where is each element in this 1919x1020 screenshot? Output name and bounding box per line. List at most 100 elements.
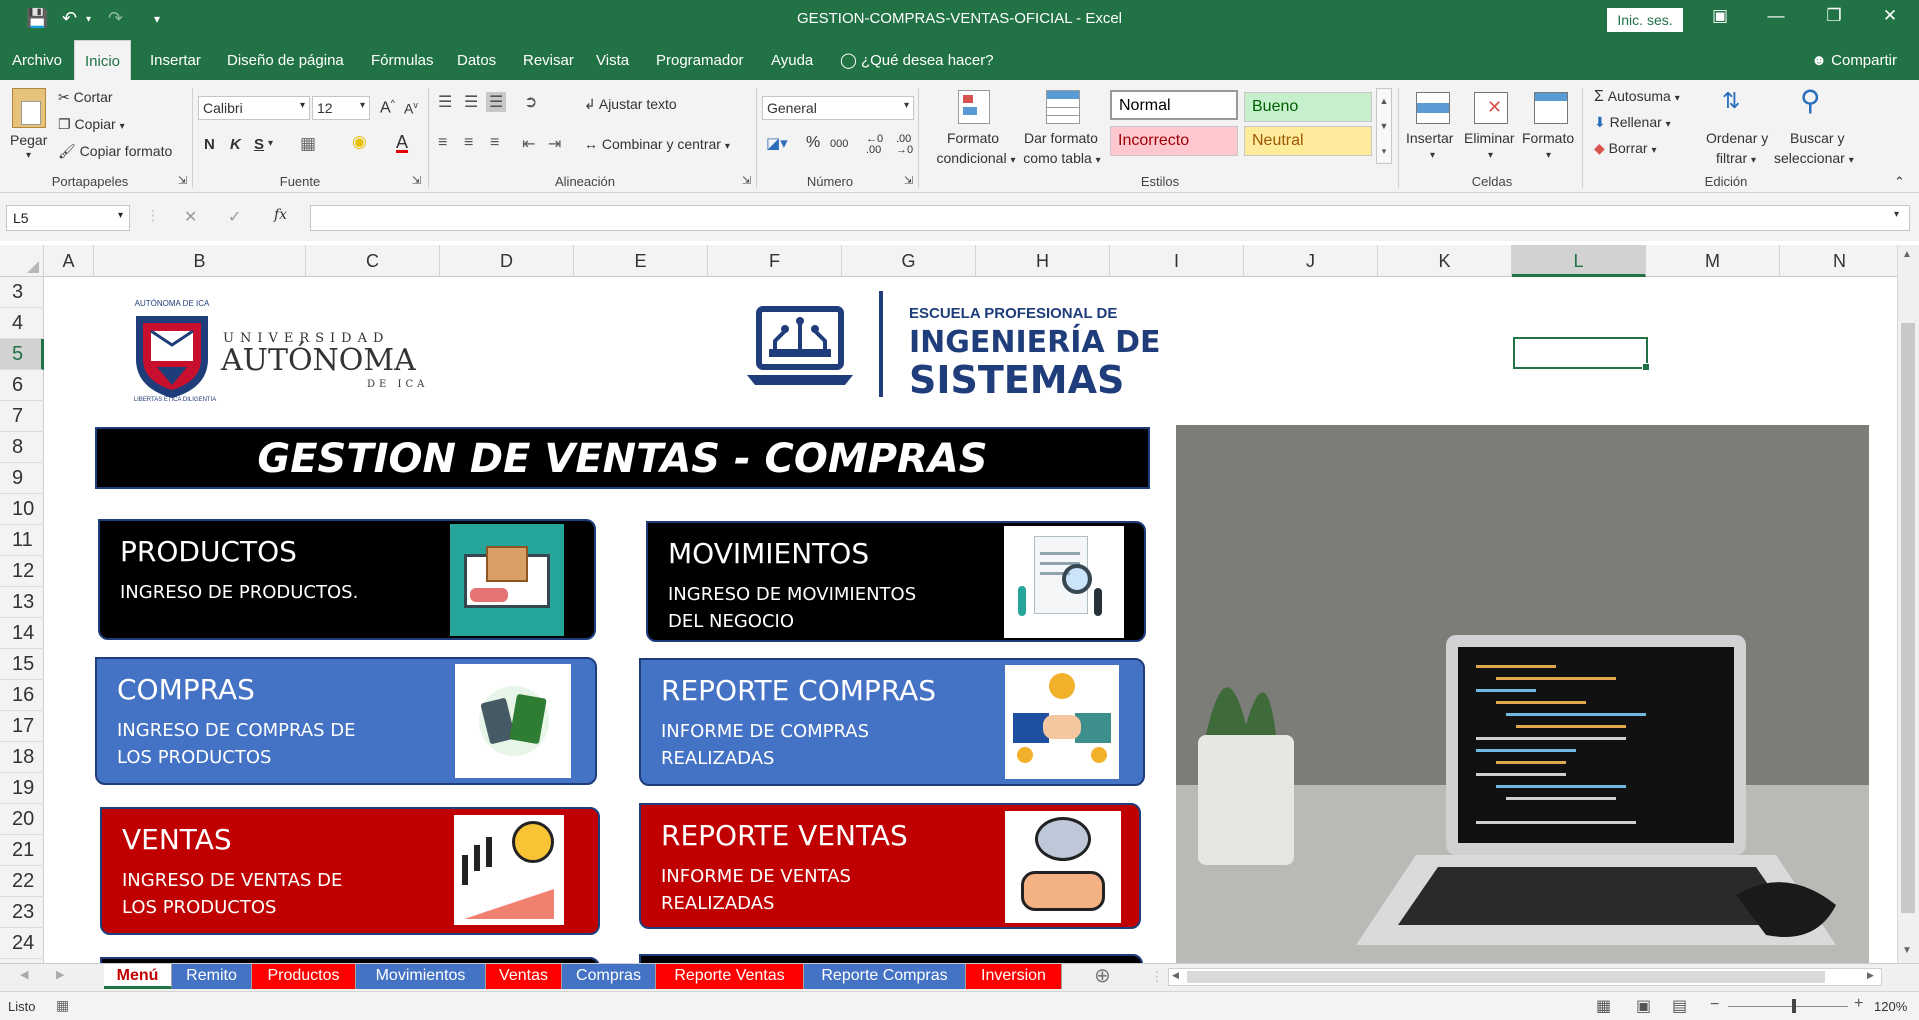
row-header[interactable]: 18 — [0, 742, 44, 773]
decrease-decimal-icon[interactable]: .00 →0 — [896, 134, 913, 156]
bold-button[interactable]: N — [204, 136, 215, 153]
row-header[interactable]: 6 — [0, 370, 44, 401]
cancel-entry-icon[interactable]: ✕ — [184, 207, 197, 227]
card-reporte-compras-button[interactable]: REPORTE COMPRAS INFORME DE COMPRAS REALIZ… — [639, 658, 1145, 786]
zoom-in-icon[interactable]: + — [1854, 995, 1863, 1013]
column-header-h[interactable]: H — [976, 245, 1110, 277]
card-movimientos-button[interactable]: MOVIMIENTOS INGRESO DE MOVIMIENTOS DEL NE… — [646, 521, 1146, 642]
row-header[interactable]: 23 — [0, 897, 44, 928]
clear-button[interactable]: ◆ Borrar ▾ — [1594, 140, 1657, 157]
tab-inicio[interactable]: Inicio — [74, 40, 132, 81]
orientation-icon[interactable]: ➲ — [524, 92, 537, 112]
collapse-ribbon-icon[interactable]: ⌃ — [1894, 174, 1905, 190]
name-box[interactable]: L5 ▾ — [6, 205, 130, 231]
sort-filter-line1[interactable]: Ordenar y — [1706, 130, 1768, 146]
tab-datos[interactable]: Datos — [447, 40, 506, 80]
magnifier-icon[interactable]: ⚲ — [1800, 86, 1821, 116]
card-compras-button[interactable]: COMPRAS INGRESO DE COMPRAS DE LOS PRODUCT… — [95, 657, 597, 785]
format-painter-button[interactable]: 🖌 Copiar formato — [58, 143, 172, 160]
row-header[interactable]: 15 — [0, 649, 44, 680]
normal-view-icon[interactable]: ▦ — [1596, 996, 1611, 1016]
font-name-select[interactable]: Calibri ▾ — [198, 96, 310, 120]
column-header-m[interactable]: M — [1646, 245, 1780, 277]
vertical-scrollbar[interactable]: ▲ ▼ — [1897, 245, 1919, 963]
copy-button[interactable]: ❐ Copiar ▾ — [58, 116, 125, 133]
autosum-button[interactable]: Σ Autosuma ▾ — [1594, 88, 1680, 106]
zoom-slider[interactable] — [1728, 1006, 1848, 1007]
increase-decimal-icon[interactable]: ←0.00 — [866, 134, 883, 156]
tab-formulas[interactable]: Fórmulas — [361, 40, 444, 80]
insert-cells-icon[interactable] — [1416, 92, 1450, 124]
row-header[interactable]: 4 — [0, 308, 44, 339]
row-header[interactable]: 20 — [0, 804, 44, 835]
ribbon-display-options-icon[interactable]: ▣ — [1700, 6, 1740, 26]
vertical-scroll-thumb[interactable] — [1901, 323, 1915, 913]
dialog-launcher-icon[interactable]: ⇲ — [904, 174, 913, 187]
sheet-tab-ventas[interactable]: Ventas — [486, 964, 562, 989]
increase-font-icon[interactable]: A^ — [380, 98, 395, 117]
confirm-entry-icon[interactable]: ✓ — [228, 207, 241, 227]
chevron-down-icon[interactable]: ▾ — [1546, 150, 1551, 161]
chevron-down-icon[interactable]: ▾ — [268, 138, 273, 149]
zoom-slider-thumb[interactable] — [1792, 999, 1796, 1013]
find-select-line1[interactable]: Buscar y — [1790, 130, 1844, 146]
dialog-launcher-icon[interactable]: ⇲ — [412, 174, 421, 187]
column-header-e[interactable]: E — [574, 245, 708, 277]
scroll-down-icon[interactable]: ▼ — [1902, 945, 1912, 956]
align-top-icon[interactable]: ☰ — [438, 92, 452, 112]
fill-color-icon[interactable]: ◉ — [352, 132, 367, 152]
conditional-format-icon[interactable] — [958, 90, 990, 124]
increase-indent-icon[interactable]: ⇥ — [548, 134, 561, 154]
selected-cell-l5[interactable] — [1513, 337, 1650, 371]
scroll-right-icon[interactable]: ▶ — [1867, 970, 1874, 981]
insert-cells-button[interactable]: Insertar — [1406, 130, 1453, 146]
conditional-format-line1[interactable]: Formato — [940, 130, 1006, 146]
page-layout-view-icon[interactable]: ▣ — [1636, 996, 1651, 1016]
format-as-table-icon[interactable] — [1046, 90, 1080, 124]
restore-icon[interactable]: ❐ — [1814, 6, 1854, 26]
row-header[interactable]: 16 — [0, 680, 44, 711]
add-sheet-icon[interactable]: ⊕ — [1094, 964, 1111, 988]
style-bad[interactable]: Incorrecto — [1110, 126, 1238, 156]
card-productos-button[interactable]: PRODUCTOS INGRESO DE PRODUCTOS. — [98, 519, 596, 640]
card-partial-right[interactable] — [639, 954, 1143, 963]
horizontal-scrollbar[interactable]: ◀ ▶ — [1168, 968, 1882, 986]
scroll-left-icon[interactable]: ◀ — [1172, 970, 1179, 981]
sheet-tab-productos[interactable]: Productos — [252, 964, 356, 989]
styles-gallery-scroll[interactable]: ▲ ▼ ▾ — [1376, 88, 1392, 164]
expand-formula-bar-icon[interactable]: ▾ — [1894, 209, 1899, 220]
delete-cells-button[interactable]: Eliminar — [1464, 130, 1515, 146]
sheet-tab-remito[interactable]: Remito — [172, 964, 252, 989]
row-header-selected[interactable]: 5 — [0, 339, 44, 370]
sheet-tab-inversion[interactable]: Inversion — [966, 964, 1062, 989]
format-cells-icon[interactable] — [1534, 92, 1568, 124]
chevron-down-icon[interactable]: ▾ — [1488, 150, 1493, 161]
format-cells-button[interactable]: Formato — [1522, 130, 1574, 146]
sign-in-button[interactable]: Inic. ses. — [1607, 8, 1683, 32]
align-center-icon[interactable]: ≡ — [464, 134, 473, 152]
column-header-k[interactable]: K — [1378, 245, 1512, 277]
row-header[interactable]: 10 — [0, 494, 44, 525]
paste-button[interactable]: Pegar — [10, 132, 47, 148]
column-header-j[interactable]: J — [1244, 245, 1378, 277]
tab-diseno-pagina[interactable]: Diseño de página — [217, 40, 354, 80]
formula-input[interactable] — [310, 205, 1910, 231]
merge-center-button[interactable]: ↔ Combinar y centrar ▾ — [584, 136, 730, 152]
paste-dropdown-icon[interactable]: ▾ — [26, 150, 31, 161]
tab-vista[interactable]: Vista — [586, 40, 639, 80]
format-as-table-line2[interactable]: como tabla ▾ — [1012, 150, 1112, 166]
sort-filter-icon[interactable]: ⇅ — [1722, 90, 1740, 112]
comma-style-icon[interactable]: 000 — [830, 138, 848, 150]
row-header[interactable]: 21 — [0, 835, 44, 866]
sheet-tab-menu[interactable]: Menú — [104, 964, 172, 989]
chevron-down-icon[interactable]: ▾ — [1430, 150, 1435, 161]
minimize-icon[interactable]: — — [1756, 6, 1796, 26]
style-neutral[interactable]: Neutral — [1244, 126, 1372, 156]
row-header[interactable]: 7 — [0, 401, 44, 432]
tell-me-box[interactable]: ◯ ¿Qué desea hacer? — [830, 40, 1004, 80]
row-header[interactable]: 22 — [0, 866, 44, 897]
zoom-out-icon[interactable]: − — [1710, 996, 1719, 1014]
underline-button[interactable]: S — [254, 136, 264, 153]
tab-archivo[interactable]: Archivo — [2, 40, 72, 80]
card-reporte-ventas-button[interactable]: REPORTE VENTAS INFORME DE VENTAS REALIZAD… — [639, 803, 1141, 929]
